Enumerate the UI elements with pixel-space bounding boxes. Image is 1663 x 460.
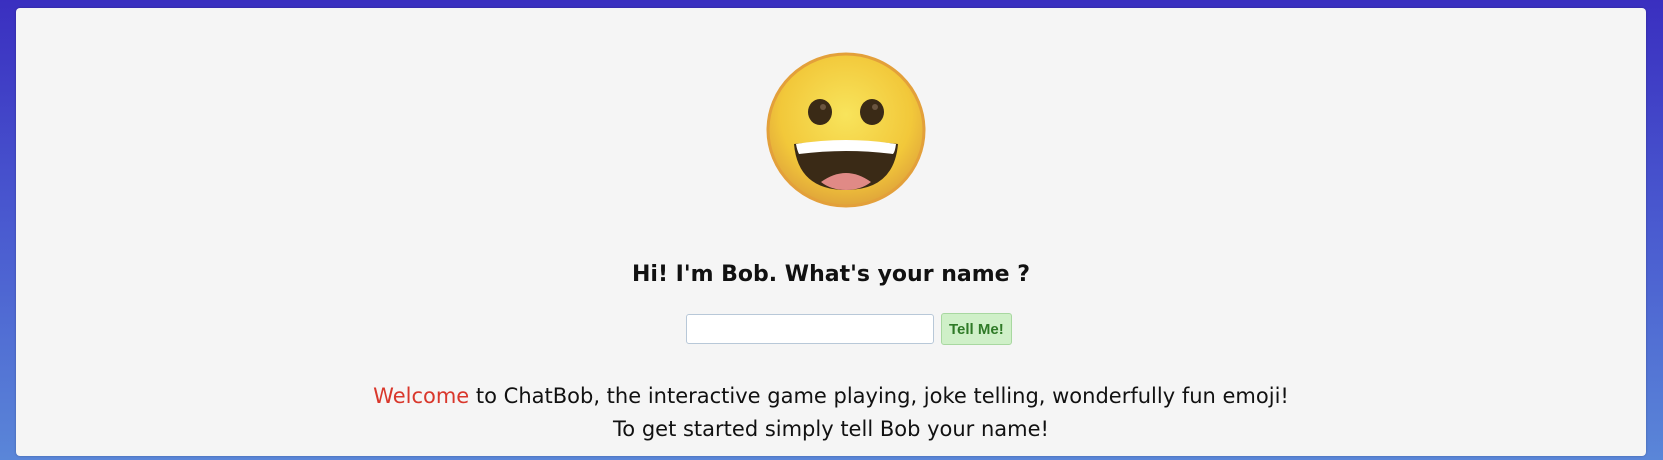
welcome-line-1: Welcome to ChatBob, the interactive game… (16, 380, 1646, 413)
welcome-highlight: Welcome (373, 384, 470, 408)
name-input[interactable] (686, 314, 934, 344)
welcome-line-2: To get started simply tell Bob your name… (613, 417, 1049, 441)
welcome-message: Welcome to ChatBob, the interactive game… (16, 380, 1646, 446)
greeting-heading: Hi! I'm Bob. What's your name ? (632, 262, 1030, 287)
name-form: Tell Me! (686, 313, 1012, 345)
chat-card: Hi! I'm Bob. What's your name ? Tell Me!… (16, 8, 1646, 456)
tell-me-button[interactable]: Tell Me! (941, 313, 1012, 345)
grinning-face-icon (766, 52, 926, 208)
welcome-text: to ChatBob, the interactive game playing… (469, 384, 1289, 408)
